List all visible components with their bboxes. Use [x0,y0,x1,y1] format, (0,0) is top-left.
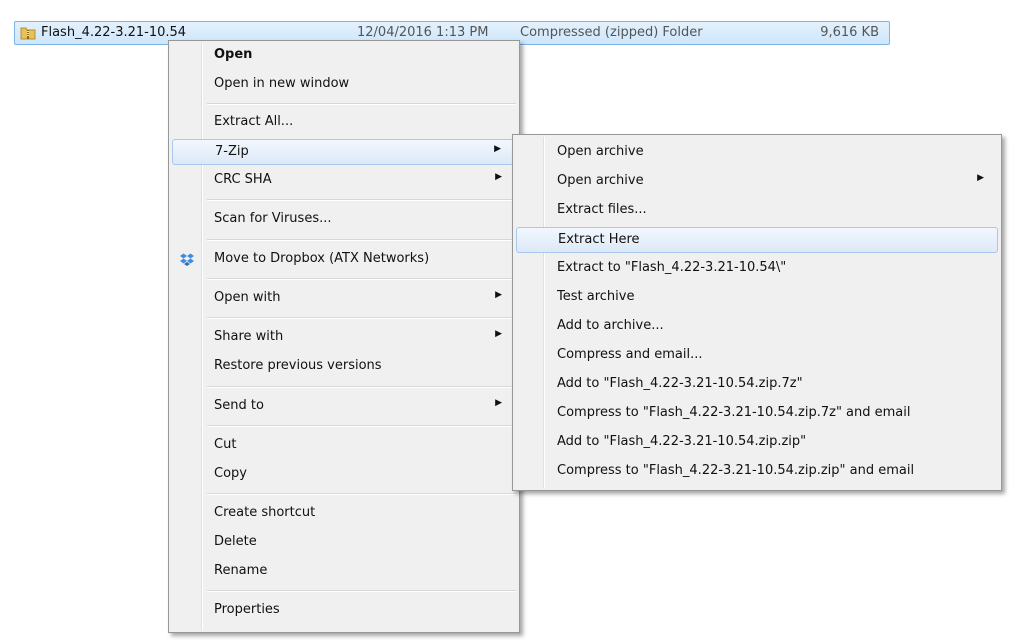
menu-item-open-archive-submenu[interactable]: Open archive ▶ [516,169,998,195]
menu-separator [207,199,516,201]
submenu-arrow-icon: ▶ [495,329,502,339]
seven-zip-submenu: Open archive Open archive ▶ Extract file… [512,134,1002,491]
menu-item-extract-here[interactable]: Extract Here [516,227,998,253]
submenu-arrow-icon: ▶ [495,290,502,300]
zipped-folder-icon [20,25,36,41]
submenu-arrow-icon: ▶ [977,173,984,183]
menu-item-restore-versions[interactable]: Restore previous versions [172,354,516,380]
submenu-arrow-icon: ▶ [495,172,502,182]
menu-item-compress-email[interactable]: Compress and email... [516,343,998,369]
menu-item-send-to[interactable]: Send to ▶ [172,394,516,420]
menu-item-add-zip[interactable]: Add to "Flash_4.22-3.21-10.54.zip.zip" [516,430,998,456]
menu-item-copy[interactable]: Copy [172,462,516,488]
menu-item-cut[interactable]: Cut [172,433,516,459]
menu-separator [207,425,516,427]
menu-item-compress-7z-email[interactable]: Compress to "Flash_4.22-3.21-10.54.zip.7… [516,401,998,427]
context-menu: Open Open in new window Extract All... 7… [168,40,520,633]
file-name: Flash_4.22-3.21-10.54 [41,25,187,40]
submenu-arrow-icon: ▶ [494,144,501,154]
menu-item-open-archive[interactable]: Open archive [516,140,998,166]
menu-separator [207,103,516,105]
menu-separator [207,317,516,319]
menu-item-properties[interactable]: Properties [172,598,516,624]
menu-item-scan-viruses[interactable]: Scan for Viruses... [172,207,516,233]
menu-separator [207,278,516,280]
menu-item-rename[interactable]: Rename [172,559,516,585]
submenu-arrow-icon: ▶ [495,398,502,408]
menu-item-test-archive[interactable]: Test archive [516,285,998,311]
menu-separator [207,493,516,495]
menu-item-compress-zip-email[interactable]: Compress to "Flash_4.22-3.21-10.54.zip.z… [516,459,998,485]
menu-item-open[interactable]: Open [172,43,516,69]
file-date: 12/04/2016 1:13 PM [357,25,489,40]
file-type: Compressed (zipped) Folder [520,25,703,40]
menu-separator [207,590,516,592]
menu-item-extract-all[interactable]: Extract All... [172,110,516,136]
menu-item-open-with[interactable]: Open with ▶ [172,286,516,312]
menu-item-crc-sha[interactable]: CRC SHA ▶ [172,168,516,194]
menu-item-open-new-window[interactable]: Open in new window [172,72,516,98]
menu-item-delete[interactable]: Delete [172,530,516,556]
file-size: 9,616 KB [820,25,879,40]
menu-item-add-to-archive[interactable]: Add to archive... [516,314,998,340]
menu-item-create-shortcut[interactable]: Create shortcut [172,501,516,527]
menu-item-extract-to[interactable]: Extract to "Flash_4.22-3.21-10.54\" [516,256,998,282]
menu-item-add-7z[interactable]: Add to "Flash_4.22-3.21-10.54.zip.7z" [516,372,998,398]
menu-item-7zip[interactable]: 7-Zip ▶ [172,139,516,165]
menu-separator [207,386,516,388]
menu-item-share-with[interactable]: Share with ▶ [172,325,516,351]
dropbox-icon [180,252,194,266]
menu-item-move-dropbox[interactable]: Move to Dropbox (ATX Networks) [172,247,516,273]
menu-item-extract-files[interactable]: Extract files... [516,198,998,224]
menu-separator [207,239,516,241]
